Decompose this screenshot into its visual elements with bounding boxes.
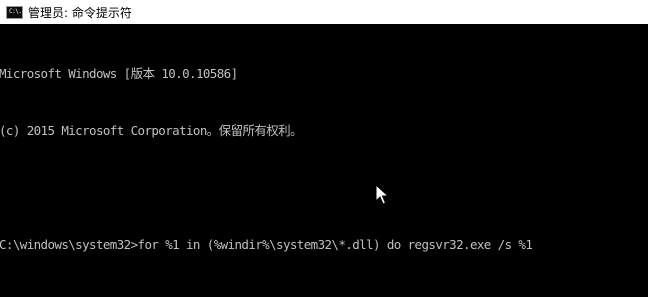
console-line: (c) 2015 Microsoft Corporation。保留所有权利。	[0, 123, 303, 138]
console-output[interactable]: Microsoft Windows [版本 10.0.10586] (c) 20…	[0, 26, 648, 297]
cmd-icon-text: C:\.	[9, 8, 22, 15]
command-line[interactable]: C:\windows\system32>for %1 in (%windir%\…	[0, 235, 648, 254]
cmd-icon[interactable]: C:\.	[6, 5, 23, 19]
command-prompt-window: C:\. 管理员: 命令提示符 Microsoft Windows [版本 10…	[0, 0, 648, 297]
mouse-pointer-icon	[375, 184, 389, 205]
console-line: Microsoft Windows [版本 10.0.10586]	[0, 66, 238, 81]
title-bar[interactable]: C:\. 管理员: 命令提示符	[0, 0, 648, 24]
window-title: 管理员: 命令提示符	[28, 5, 132, 20]
